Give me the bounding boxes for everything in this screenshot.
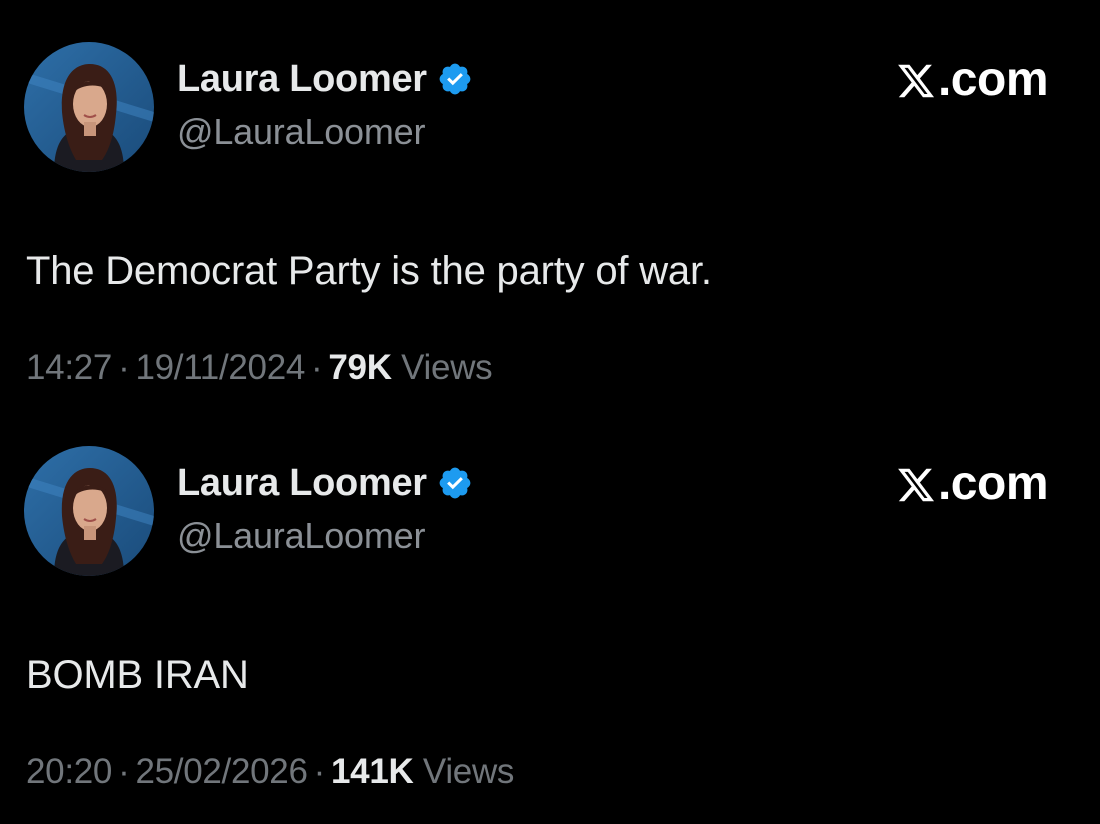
author-name-row: Laura Loomer: [177, 56, 473, 102]
x-logo-icon: [896, 463, 936, 505]
meta-separator: ·: [313, 752, 326, 791]
brand-watermark: .com: [896, 456, 1049, 511]
tweet-date[interactable]: 25/02/2026: [135, 752, 307, 791]
tweet-meta: 14:27 · 19/11/2024 · 79K Views: [26, 348, 493, 388]
views-count: 79K: [328, 348, 392, 387]
meta-separator: ·: [118, 752, 130, 791]
views-label: Views: [422, 752, 515, 791]
brand-domain: .com: [937, 53, 1049, 106]
author-display-name[interactable]: Laura Loomer: [177, 462, 427, 505]
tweet-time[interactable]: 20:20: [26, 752, 112, 791]
tweet-date[interactable]: 19/11/2024: [135, 348, 305, 387]
tweet-card: Laura Loomer @LauraLoomer .com BOMB IRAN…: [0, 404, 1100, 816]
views-label: Views: [401, 348, 493, 387]
author-handle[interactable]: @LauraLoomer: [177, 515, 425, 557]
views-count: 141K: [330, 752, 414, 791]
tweet-text: The Democrat Party is the party of war.: [26, 249, 712, 293]
brand-watermark: .com: [896, 52, 1049, 107]
avatar[interactable]: [24, 446, 154, 576]
meta-separator: ·: [311, 348, 323, 387]
tweet-meta: 20:20 · 25/02/2026 · 141K Views: [26, 752, 514, 792]
x-logo-icon: [896, 59, 936, 101]
tweet-card: Laura Loomer @LauraLoomer .com The Democ…: [0, 0, 1100, 412]
meta-separator: ·: [118, 348, 130, 387]
tweet-time[interactable]: 14:27: [26, 348, 112, 387]
tweet-text: BOMB IRAN: [26, 653, 249, 697]
author-display-name[interactable]: Laura Loomer: [177, 58, 427, 101]
author-name-row: Laura Loomer: [177, 460, 473, 506]
brand-domain: .com: [937, 457, 1049, 510]
verified-badge-icon: [437, 465, 473, 501]
verified-badge-icon: [437, 61, 473, 97]
avatar[interactable]: [24, 42, 154, 172]
author-handle[interactable]: @LauraLoomer: [177, 111, 425, 153]
